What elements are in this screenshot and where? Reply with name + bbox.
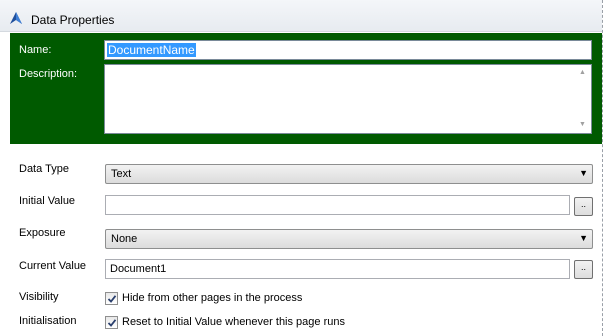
visibility-checkbox[interactable] [105,292,118,305]
blue-arrow-icon [9,11,23,25]
name-input[interactable]: DocumentName [104,40,592,60]
checkmark-icon [107,319,117,327]
scroll-up-arrow-icon[interactable]: ▲ [574,66,591,80]
initialisation-checkbox-label: Reset to Initial Value whenever this pag… [122,316,345,328]
title-bar: Data Properties [0,0,602,32]
data-type-value: Text [111,168,132,180]
exposure-label: Exposure [19,227,66,239]
initialisation-checkbox[interactable] [105,316,118,329]
exposure-select[interactable]: None ▼ [105,229,593,249]
scroll-down-arrow-icon[interactable]: ▼ [574,118,591,132]
initial-value-browse-button[interactable]: .. [574,197,593,216]
data-type-label: Data Type [19,163,69,175]
current-value-browse-button[interactable]: .. [574,260,593,279]
description-textarea[interactable]: ▲ ▼ [104,64,592,134]
name-label: Name: [19,44,52,56]
chevron-down-icon: ▼ [579,233,588,243]
current-value-text: Document1 [110,263,167,275]
initial-value-field[interactable] [105,195,570,215]
visibility-checkbox-label: Hide from other pages in the process [122,292,303,304]
initial-value-label: Initial Value [19,195,76,207]
current-value-field[interactable]: Document1 [105,259,570,279]
checkmark-icon [107,295,117,303]
visibility-label: Visibility [19,291,59,303]
current-value-label: Current Value [19,260,87,272]
description-scrollbar[interactable]: ▲ ▼ [574,65,591,133]
exposure-value: None [111,233,138,245]
data-properties-window: Data Properties Name: DocumentName Descr… [0,0,603,336]
name-input-value: DocumentName [107,43,196,57]
window-title: Data Properties [31,13,115,27]
initialisation-label: Initialisation [19,315,77,327]
description-label: Description: [19,68,78,80]
chevron-down-icon: ▼ [579,168,588,178]
data-type-select[interactable]: Text ▼ [105,164,593,184]
